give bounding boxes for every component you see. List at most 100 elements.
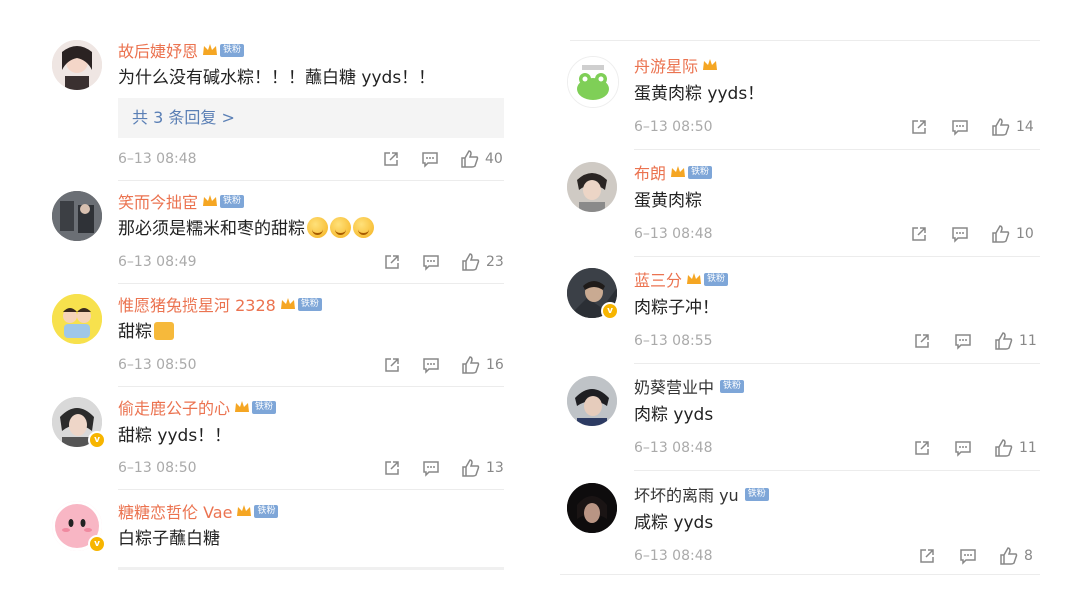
- share-icon[interactable]: [909, 117, 929, 137]
- like-button[interactable]: 10: [991, 224, 1034, 244]
- like-count: 11: [1019, 440, 1037, 456]
- comment-icon[interactable]: [421, 458, 441, 478]
- share-icon[interactable]: [382, 458, 402, 478]
- like-button[interactable]: 23: [461, 252, 504, 272]
- avatar[interactable]: [52, 191, 102, 241]
- username[interactable]: 糖糖恋哲伦 Vae: [118, 499, 232, 523]
- comment-text: 那必须是糯米和枣的甜粽: [118, 217, 374, 241]
- avatar[interactable]: [52, 294, 102, 344]
- share-icon[interactable]: [912, 438, 932, 458]
- like-button[interactable]: 11: [994, 438, 1037, 458]
- avatar[interactable]: [567, 162, 617, 212]
- comment-icon[interactable]: [950, 117, 970, 137]
- share-icon[interactable]: [912, 331, 932, 351]
- thumbs-up-icon: [992, 225, 1010, 243]
- timestamp: 6–13 08:50: [118, 460, 197, 476]
- divider: [118, 489, 504, 490]
- share-icon[interactable]: [382, 355, 402, 375]
- comment-icon[interactable]: [421, 355, 441, 375]
- action-bar: 11: [912, 330, 1037, 352]
- crown-badge-icon: [671, 166, 686, 177]
- divider: [118, 386, 504, 387]
- divider: [634, 149, 1040, 150]
- avatar[interactable]: [567, 56, 619, 108]
- username-row: 偷走鹿公子的心 铁粉: [118, 395, 277, 419]
- comment-icon[interactable]: [953, 438, 973, 458]
- thumbs-up-icon: [1000, 547, 1018, 565]
- username[interactable]: 布朗: [634, 160, 666, 184]
- like-count: 40: [485, 151, 503, 167]
- crown-badge-icon: [703, 59, 718, 70]
- like-button[interactable]: 14: [991, 117, 1034, 137]
- timestamp: 6–13 08:48: [634, 226, 713, 242]
- comment-text: 肉粽 yyds: [634, 405, 714, 425]
- comment-icon[interactable]: [958, 546, 978, 566]
- action-bar: 23: [382, 251, 504, 273]
- timestamp: 6–13 08:55: [634, 333, 713, 349]
- like-count: 14: [1016, 119, 1034, 135]
- action-bar: 8: [917, 545, 1033, 567]
- share-icon[interactable]: [909, 224, 929, 244]
- avatar[interactable]: [52, 40, 102, 90]
- fan-badge: 铁粉: [720, 379, 745, 393]
- fan-badge: 铁粉: [220, 43, 245, 57]
- fan-badge: 铁粉: [744, 487, 769, 501]
- like-count: 8: [1024, 548, 1033, 564]
- like-button[interactable]: 40: [460, 149, 503, 169]
- like-button[interactable]: 13: [461, 458, 504, 478]
- share-icon[interactable]: [382, 252, 402, 272]
- crown-badge-icon: [280, 298, 295, 309]
- like-button[interactable]: 11: [994, 331, 1037, 351]
- comment-text: 为什么没有碱水粽！！！蘸白糖 yyds！！: [118, 68, 436, 88]
- divider: [634, 363, 1040, 364]
- fan-badge: 铁粉: [254, 504, 279, 518]
- avatar[interactable]: [567, 483, 617, 533]
- action-bar: 11: [912, 437, 1037, 459]
- username-row: 糖糖恋哲伦 Vae 铁粉: [118, 499, 279, 523]
- action-bar: 16: [382, 354, 504, 376]
- smile-emoji-icon: [307, 217, 328, 238]
- username[interactable]: 惟愿猪兔揽星河 2328: [118, 292, 276, 316]
- replies-link[interactable]: 共 3 条回复 >: [118, 98, 504, 138]
- username[interactable]: 偷走鹿公子的心: [118, 395, 230, 419]
- username[interactable]: 舟游星际: [634, 53, 698, 77]
- share-icon[interactable]: [381, 149, 401, 169]
- username-row: 奶葵营业中 铁粉: [634, 374, 745, 398]
- thumbs-up-icon: [462, 253, 480, 271]
- verified-icon: v: [601, 302, 619, 320]
- verified-icon: v: [88, 535, 106, 553]
- username[interactable]: 故后婕妤恩: [118, 38, 198, 62]
- smile-emoji-icon: [353, 217, 374, 238]
- username[interactable]: 坏坏的离雨 yu: [634, 482, 739, 506]
- username[interactable]: 笑而今拙宦: [118, 189, 198, 213]
- comment-text: 肉粽子冲！: [634, 298, 719, 318]
- username-row: 故后婕妤恩 铁粉: [118, 38, 245, 62]
- username-row: 舟游星际: [634, 54, 718, 76]
- like-count: 11: [1019, 333, 1037, 349]
- comment-icon[interactable]: [950, 224, 970, 244]
- like-button[interactable]: 8: [999, 546, 1033, 566]
- comment-icon[interactable]: [420, 149, 440, 169]
- comment-text-body: 甜粽: [118, 322, 152, 342]
- username-row: 蓝三分 铁粉: [634, 267, 729, 291]
- crown-badge-icon: [203, 195, 218, 206]
- divider: [560, 574, 1040, 575]
- thumbs-up-icon: [992, 118, 1010, 136]
- like-button[interactable]: 16: [461, 355, 504, 375]
- verified-icon: v: [88, 431, 106, 449]
- timestamp: 6–13 08:48: [118, 151, 197, 167]
- comment-text: 甜粽 yyds！！: [118, 426, 232, 446]
- thumbs-up-icon: [995, 332, 1013, 350]
- smile-emoji-icon: [330, 217, 351, 238]
- comment-icon[interactable]: [421, 252, 441, 272]
- comment-text: 蛋黄肉粽 yyds！: [634, 84, 765, 104]
- fan-badge: 铁粉: [704, 272, 729, 286]
- username[interactable]: 蓝三分: [634, 267, 682, 291]
- thumbs-up-icon: [461, 150, 479, 168]
- timestamp: 6–13 08:49: [118, 254, 197, 270]
- sticker-emoji-icon: [154, 322, 174, 340]
- comment-icon[interactable]: [953, 331, 973, 351]
- avatar[interactable]: [567, 376, 617, 426]
- share-icon[interactable]: [917, 546, 937, 566]
- username[interactable]: 奶葵营业中: [634, 374, 714, 398]
